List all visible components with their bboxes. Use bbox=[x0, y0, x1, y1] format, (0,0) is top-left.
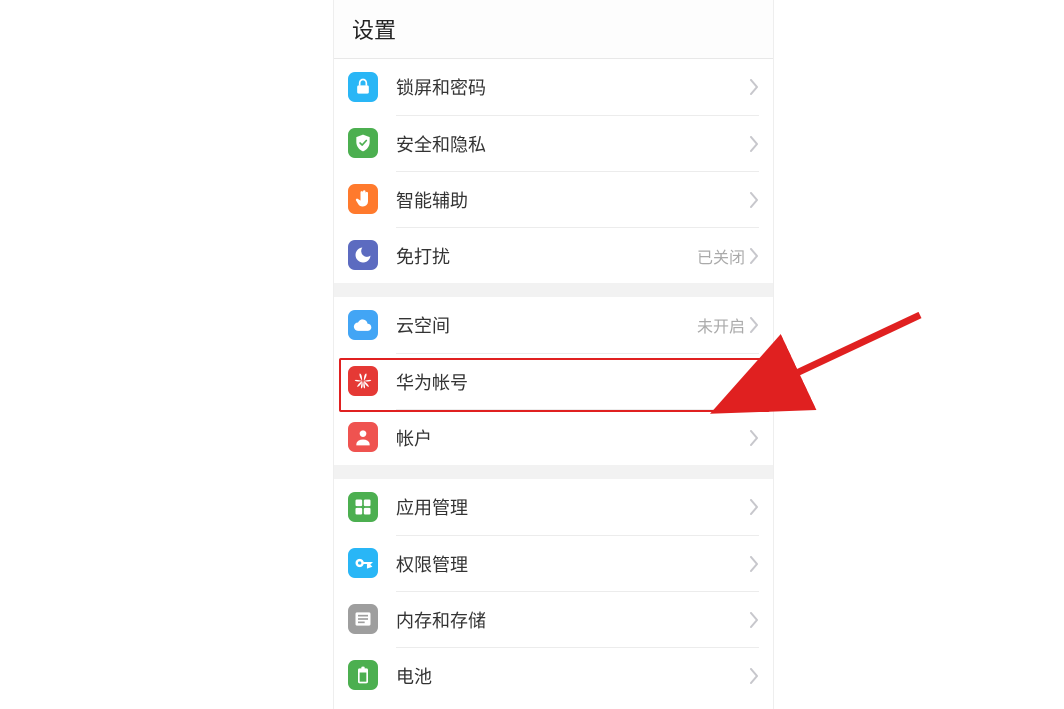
row-label: 帐户 bbox=[396, 425, 749, 451]
chevron-right-icon bbox=[749, 668, 759, 684]
section-gap bbox=[334, 465, 773, 479]
row-content: 智能辅助 bbox=[396, 171, 759, 227]
apps-icon bbox=[348, 492, 378, 522]
chevron-right-icon bbox=[749, 136, 759, 152]
huawei-icon bbox=[348, 366, 378, 396]
hand-icon bbox=[348, 184, 378, 214]
row-content: 内存和存储 bbox=[396, 591, 759, 647]
row-value: - bbox=[740, 373, 745, 391]
chevron-right-icon bbox=[749, 192, 759, 208]
settings-row-storage[interactable]: 内存和存储 bbox=[334, 591, 773, 647]
row-label: 应用管理 bbox=[396, 494, 749, 520]
battery-icon bbox=[348, 660, 378, 690]
cloud-icon bbox=[348, 310, 378, 340]
chevron-right-icon bbox=[749, 79, 759, 95]
lock-icon bbox=[348, 72, 378, 102]
chevron-right-icon bbox=[749, 317, 759, 333]
row-label: 安全和隐私 bbox=[396, 131, 749, 157]
settings-row-security[interactable]: 安全和隐私 bbox=[334, 115, 773, 171]
row-label: 华为帐号 bbox=[396, 369, 740, 395]
chevron-right-icon bbox=[749, 499, 759, 515]
row-label: 权限管理 bbox=[396, 551, 749, 577]
chevron-right-icon bbox=[749, 612, 759, 628]
row-content: 帐户 bbox=[396, 409, 759, 465]
header: 设置 bbox=[334, 0, 773, 59]
row-label: 免打扰 bbox=[396, 243, 697, 269]
settings-row-permissions[interactable]: 权限管理 bbox=[334, 535, 773, 591]
settings-list: 锁屏和密码安全和隐私智能辅助免打扰已关闭云空间未开启华为帐号-帐户应用管理权限管… bbox=[334, 59, 773, 703]
phone-frame: 设置 锁屏和密码安全和隐私智能辅助免打扰已关闭云空间未开启华为帐号-帐户应用管理… bbox=[333, 0, 774, 709]
settings-row-dnd[interactable]: 免打扰已关闭 bbox=[334, 227, 773, 283]
chevron-right-icon bbox=[749, 430, 759, 446]
settings-row-cloud[interactable]: 云空间未开启 bbox=[334, 297, 773, 353]
row-label: 电池 bbox=[396, 663, 749, 689]
chevron-right-icon bbox=[749, 374, 759, 390]
page-title: 设置 bbox=[352, 13, 396, 45]
row-content: 电池 bbox=[396, 647, 759, 703]
settings-row-app-mgmt[interactable]: 应用管理 bbox=[334, 479, 773, 535]
chevron-right-icon bbox=[749, 248, 759, 264]
section: 锁屏和密码安全和隐私智能辅助免打扰已关闭 bbox=[334, 59, 773, 283]
section-gap bbox=[334, 283, 773, 297]
row-label: 云空间 bbox=[396, 312, 697, 338]
row-content: 权限管理 bbox=[396, 535, 759, 591]
settings-row-accounts[interactable]: 帐户 bbox=[334, 409, 773, 465]
section: 应用管理权限管理内存和存储电池 bbox=[334, 479, 773, 703]
storage-icon bbox=[348, 604, 378, 634]
settings-row-lockscreen[interactable]: 锁屏和密码 bbox=[334, 59, 773, 115]
row-content: 安全和隐私 bbox=[396, 115, 759, 171]
row-content: 云空间未开启 bbox=[396, 297, 759, 353]
settings-row-huawei-id[interactable]: 华为帐号- bbox=[334, 353, 773, 409]
settings-row-battery[interactable]: 电池 bbox=[334, 647, 773, 703]
row-label: 锁屏和密码 bbox=[396, 74, 749, 100]
row-label: 内存和存储 bbox=[396, 607, 749, 633]
row-label: 智能辅助 bbox=[396, 187, 749, 213]
key-icon bbox=[348, 548, 378, 578]
row-content: 华为帐号- bbox=[396, 353, 759, 409]
row-content: 免打扰已关闭 bbox=[396, 227, 759, 283]
moon-icon bbox=[348, 240, 378, 270]
chevron-right-icon bbox=[749, 556, 759, 572]
row-content: 应用管理 bbox=[396, 479, 759, 535]
row-value: 未开启 bbox=[697, 313, 745, 337]
section: 云空间未开启华为帐号-帐户 bbox=[334, 297, 773, 465]
settings-row-smart-assist[interactable]: 智能辅助 bbox=[334, 171, 773, 227]
person-icon bbox=[348, 422, 378, 452]
row-content: 锁屏和密码 bbox=[396, 59, 759, 115]
shield-check-icon bbox=[348, 128, 378, 158]
row-value: 已关闭 bbox=[697, 244, 745, 268]
